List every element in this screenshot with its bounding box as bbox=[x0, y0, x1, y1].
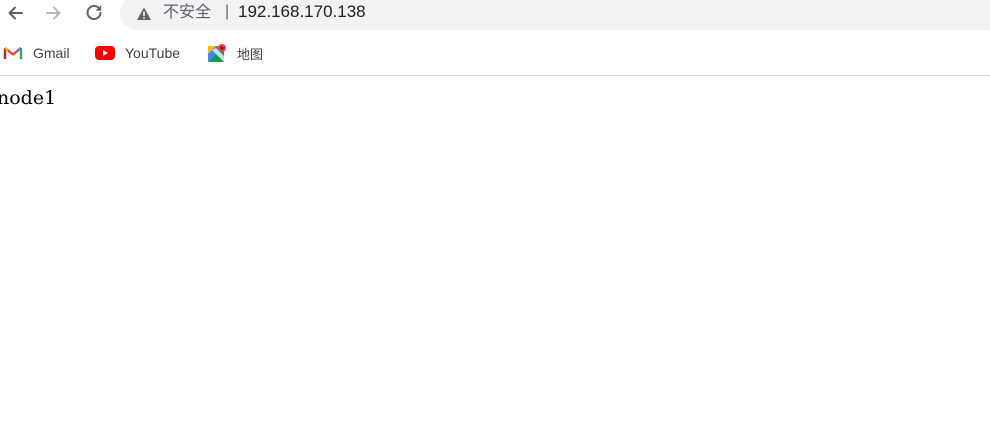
reload-icon bbox=[86, 5, 102, 21]
page-content: node1 bbox=[0, 76, 990, 437]
bookmark-gmail[interactable]: Gmail bbox=[3, 42, 70, 64]
back-button[interactable] bbox=[2, 1, 28, 25]
gmail-icon bbox=[3, 43, 23, 63]
security-status-label[interactable]: 不安全 bbox=[163, 2, 211, 22]
bookmark-label: YouTube bbox=[125, 45, 181, 61]
omnibox-separator: | bbox=[225, 3, 230, 20]
forward-button[interactable] bbox=[41, 1, 67, 25]
bookmarks-bar: Gmail YouTube 地图 bbox=[0, 31, 990, 76]
maps-icon bbox=[207, 43, 227, 63]
reload-button[interactable] bbox=[81, 1, 107, 25]
bookmark-label: 地图 bbox=[237, 47, 264, 63]
arrow-right-icon bbox=[46, 6, 61, 20]
bookmark-maps[interactable]: 地图 bbox=[207, 42, 263, 64]
body-text: node1 bbox=[0, 87, 57, 109]
warning-triangle-icon[interactable] bbox=[136, 6, 152, 22]
browser-toolbar: 不安全 | 192.168.170.138 bbox=[0, 0, 990, 31]
bookmark-label: Gmail bbox=[33, 45, 70, 61]
url-text[interactable]: 192.168.170.138 bbox=[238, 1, 366, 22]
arrow-left-icon bbox=[8, 6, 23, 20]
youtube-icon bbox=[95, 43, 115, 63]
bookmark-youtube[interactable]: YouTube bbox=[95, 42, 180, 64]
address-bar[interactable]: 不安全 | 192.168.170.138 bbox=[120, 0, 990, 30]
